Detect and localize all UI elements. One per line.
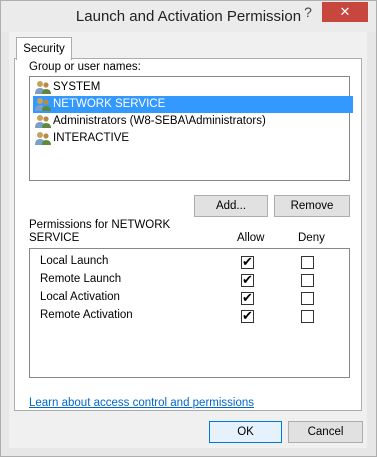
permission-name: Remote Activation (40, 309, 133, 321)
learn-more-link[interactable]: Learn about access control and permissio… (29, 397, 254, 409)
group-names-list[interactable]: SYSTEM NETWORK SERVICE Administrators (W… (29, 76, 353, 181)
security-panel: Group or user names: SYSTEM NETWORK SERV… (14, 58, 362, 411)
permissions-list: Local Launch ✔ Remote Launch ✔ Local Act… (29, 248, 350, 378)
dialog-client: Security Group or user names: SYSTEM NET… (9, 32, 367, 448)
permission-name: Remote Launch (40, 273, 122, 285)
users-icon (35, 81, 51, 94)
deny-checkbox[interactable] (301, 274, 314, 287)
tab-security[interactable]: Security (16, 37, 72, 60)
close-button[interactable]: ✕ (322, 2, 368, 22)
allow-checkbox[interactable]: ✔ (241, 290, 254, 305)
list-item-label: Administrators (W8-SEBA\Administrators) (53, 115, 266, 127)
allow-header: Allow (237, 232, 265, 244)
deny-checkbox[interactable] (301, 292, 314, 305)
permission-row: Local Launch ✔ (30, 254, 349, 272)
users-icon (35, 98, 51, 111)
check-icon: ✔ (242, 254, 253, 269)
users-icon (35, 132, 51, 145)
permission-row: Remote Launch ✔ (30, 272, 349, 290)
dialog-window: Launch and Activation Permission ? ✕ Sec… (0, 0, 377, 457)
permissions-label-line1: Permissions for NETWORK (29, 219, 171, 231)
list-item[interactable]: INTERACTIVE (33, 130, 135, 147)
deny-header: Deny (298, 232, 325, 244)
group-names-label: Group or user names: (29, 61, 141, 73)
help-button[interactable]: ? (301, 4, 315, 20)
list-item[interactable]: NETWORK SERVICE (33, 96, 353, 113)
add-button[interactable]: Add... (194, 195, 268, 217)
list-item-label: INTERACTIVE (53, 132, 130, 144)
list-item-label: NETWORK SERVICE (53, 98, 166, 110)
list-item[interactable]: Administrators (W8-SEBA\Administrators) (33, 113, 272, 130)
permission-name: Local Activation (40, 291, 120, 303)
check-icon: ✔ (242, 308, 253, 323)
permissions-label-line2: SERVICE (29, 232, 80, 244)
allow-checkbox[interactable]: ✔ (241, 308, 254, 323)
list-item[interactable]: SYSTEM (33, 79, 106, 96)
ok-button[interactable]: OK (209, 421, 282, 443)
check-icon: ✔ (242, 272, 253, 287)
allow-checkbox[interactable]: ✔ (241, 254, 254, 269)
check-icon: ✔ (242, 290, 253, 305)
window-title: Launch and Activation Permission (75, 8, 302, 25)
title-bar[interactable]: Launch and Activation Permission ? ✕ (1, 1, 376, 32)
remove-button[interactable]: Remove (274, 195, 350, 217)
users-icon (35, 115, 51, 128)
list-item-label: SYSTEM (53, 81, 101, 93)
permission-name: Local Launch (40, 255, 109, 267)
deny-checkbox[interactable] (301, 310, 314, 323)
deny-checkbox[interactable] (301, 256, 314, 269)
cancel-button[interactable]: Cancel (288, 421, 363, 443)
permission-row: Local Activation ✔ (30, 290, 349, 308)
permission-row: Remote Activation ✔ (30, 308, 349, 326)
allow-checkbox[interactable]: ✔ (241, 272, 254, 287)
